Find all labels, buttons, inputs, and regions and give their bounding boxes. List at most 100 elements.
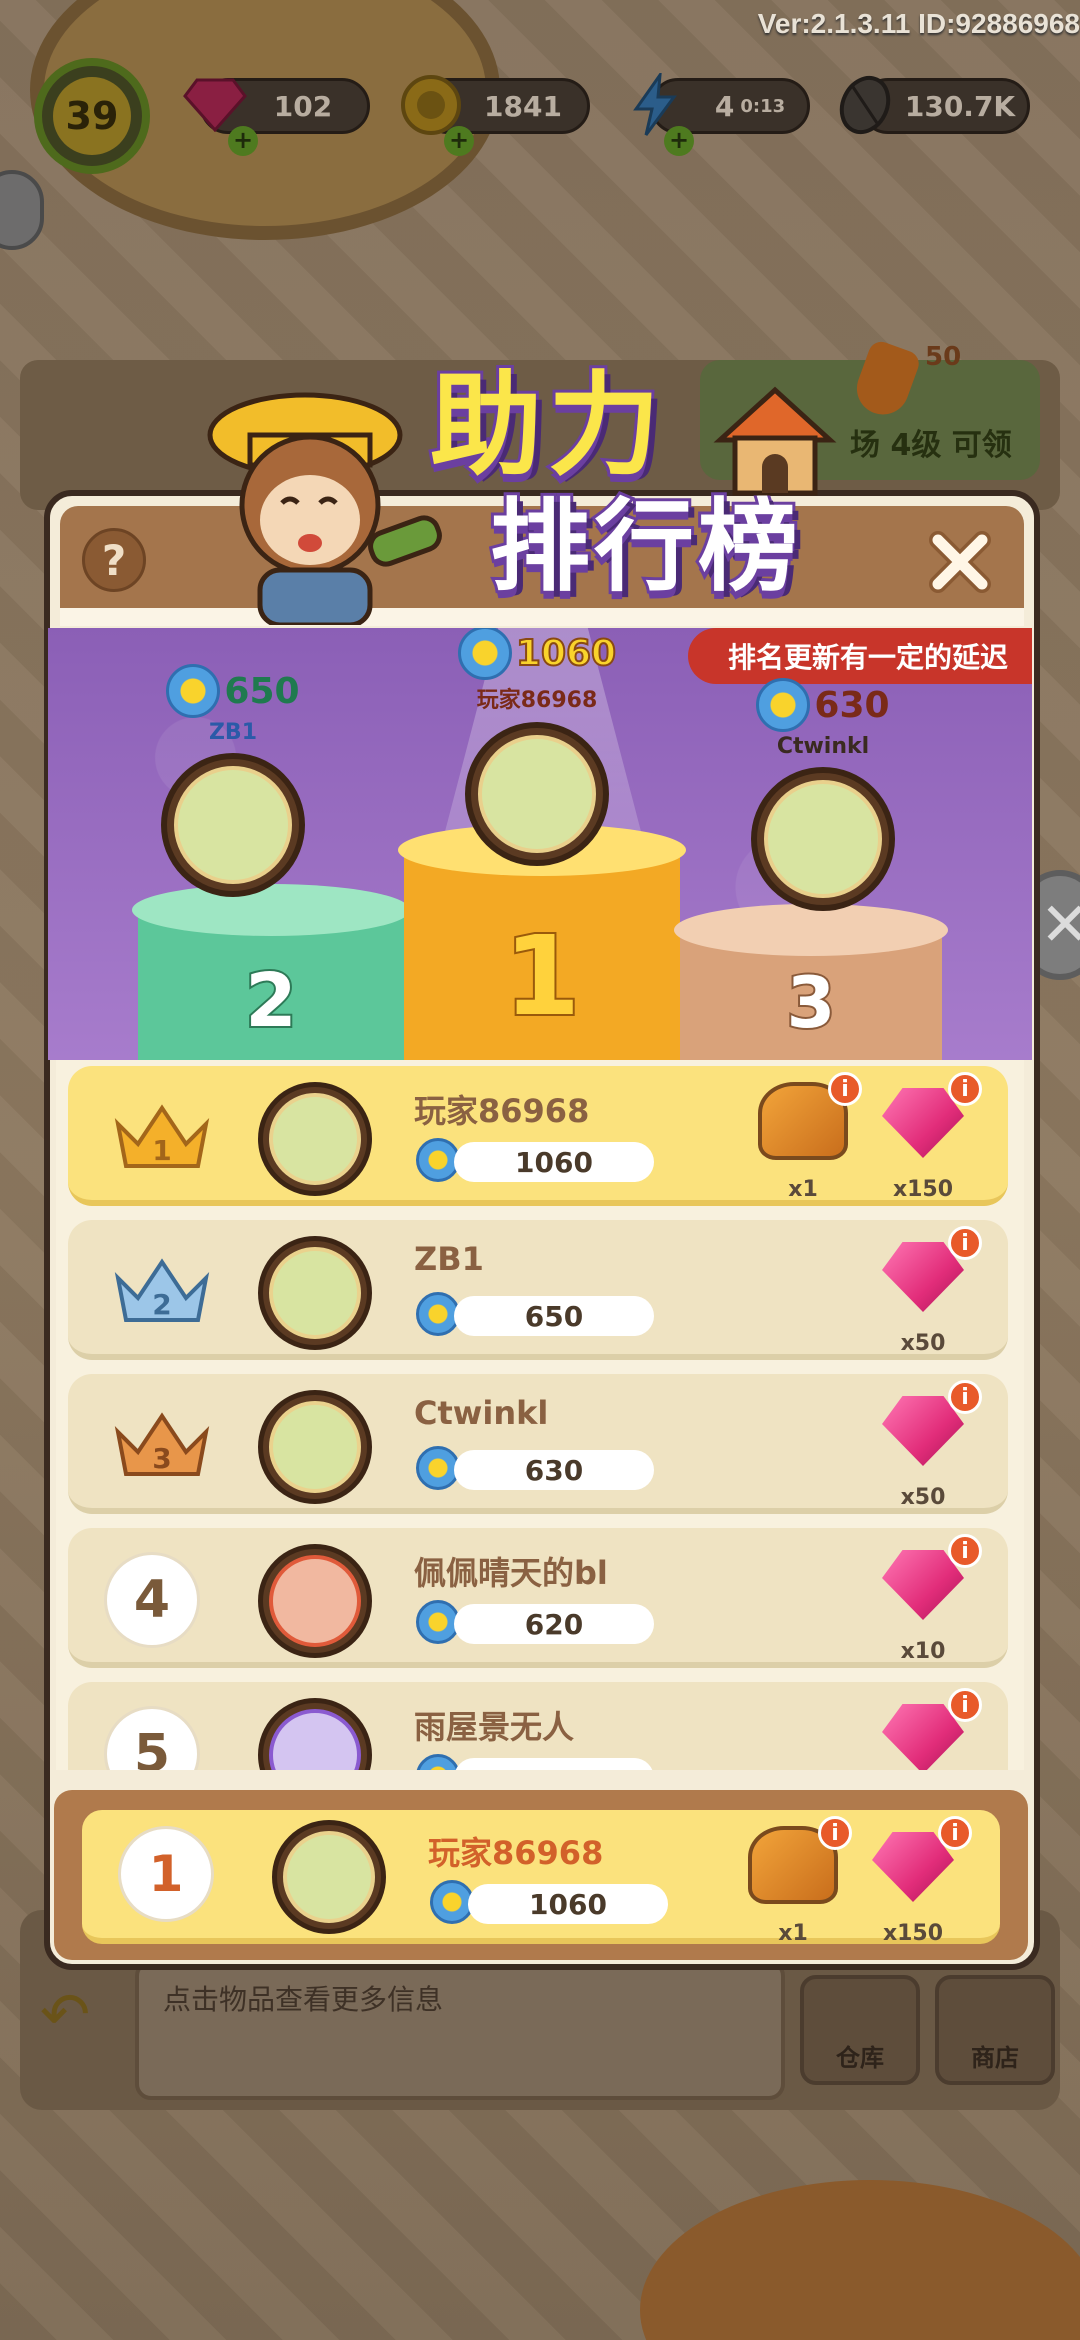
- shop-button: 商店: [935, 1975, 1055, 2085]
- hippo-avatar-icon: [764, 780, 882, 898]
- podium-avatar-3: [751, 767, 895, 911]
- player-score: 620: [454, 1604, 654, 1644]
- close-icon: [929, 531, 991, 593]
- player-name: 玩家86968: [414, 1092, 590, 1130]
- info-icon[interactable]: i: [948, 1226, 982, 1260]
- bronze-crown-icon: 3: [114, 1412, 210, 1476]
- podium-player-2[interactable]: 650 ZB1: [138, 664, 328, 897]
- reward-item[interactable]: i x10: [868, 1534, 982, 1664]
- podium-top-3: [674, 904, 948, 956]
- back-arrow-icon: ↶: [40, 1980, 91, 2050]
- ranking-row[interactable]: 1 玩家86968 1060 i x1 i x150: [68, 1066, 1008, 1206]
- podium-second: 2: [132, 884, 410, 1060]
- reward-qty: x150: [892, 1177, 954, 1202]
- podium-area: 排名更新有一定的延迟 2 1 3 650 ZB1 1060 玩家86968 63…: [48, 628, 1032, 1060]
- crown-rank-2: 2: [152, 1288, 171, 1321]
- avatar: [258, 1236, 372, 1350]
- gem-value: 102: [273, 89, 333, 123]
- cat-avatar-icon: [478, 735, 596, 853]
- podium-player-3[interactable]: 630 Ctwinkl: [728, 678, 918, 911]
- flower-icon: [416, 1754, 460, 1770]
- warehouse-button: 仓库: [800, 1975, 920, 2085]
- reward-qty: x50: [900, 1331, 946, 1356]
- avatar: [258, 1082, 372, 1196]
- crown-rank-1: 1: [152, 1134, 171, 1167]
- reward-item[interactable]: i x150: [858, 1816, 972, 1946]
- info-icon[interactable]: i: [818, 1816, 852, 1850]
- ranking-row[interactable]: 4 佩佩晴天的bl 620 i x10: [68, 1528, 1008, 1668]
- help-button[interactable]: ?: [82, 528, 146, 592]
- podium-name-1: 玩家86968: [476, 688, 598, 713]
- monkey-avatar-icon: [174, 766, 292, 884]
- panel-title-art: 助力 排行榜: [180, 335, 840, 635]
- player-score: 1060: [454, 1142, 654, 1182]
- flower-icon: [756, 678, 811, 732]
- my-rank-row[interactable]: 1 玩家86968 1060 i x1 i x150: [82, 1810, 1000, 1946]
- coin-value: 1841: [484, 89, 562, 123]
- ranking-row[interactable]: 5 雨屋景无人 i: [68, 1682, 1008, 1770]
- ranking-row[interactable]: 3 Ctwinkl 630 i x50: [68, 1374, 1008, 1514]
- flower-icon: [166, 664, 221, 718]
- reward-item[interactable]: i x1: [738, 1816, 852, 1946]
- seed-value: 130.7K: [904, 89, 1016, 123]
- hippo-avatar-icon: [269, 1401, 361, 1493]
- ranking-list[interactable]: 1 玩家86968 1060 i x1 i x150 2 ZB1 650 i x…: [56, 1060, 1024, 1770]
- silver-crown-icon: 2: [114, 1258, 210, 1322]
- my-player-name: 玩家86968: [428, 1834, 604, 1872]
- hint-box: 点击物品查看更多信息: [135, 1960, 785, 2100]
- energy-value: 4: [714, 89, 735, 123]
- reward-qty: x1: [778, 1921, 808, 1946]
- update-delay-text: 排名更新有一定的延迟: [727, 641, 1008, 674]
- podium-score-2: 650: [224, 670, 300, 712]
- podium-number-1: 1: [502, 910, 583, 1042]
- podium-score-1: 1060: [515, 632, 617, 675]
- flower-icon: [457, 628, 512, 680]
- gem-plus-button: +: [228, 126, 258, 156]
- gold-crown-icon: 1: [114, 1104, 210, 1168]
- top-hud: 39 102 + 1841 + 4 0:13 + 130.7K: [0, 52, 1080, 174]
- reward-item[interactable]: i x50: [868, 1380, 982, 1510]
- energy-plus-button: +: [664, 126, 694, 156]
- hint-text: 点击物品查看更多信息: [163, 1983, 444, 2016]
- rank-number: 5: [104, 1706, 200, 1770]
- avatar: [258, 1544, 372, 1658]
- player-name: ZB1: [414, 1240, 484, 1278]
- reward-qty: x150: [882, 1921, 944, 1946]
- avatar: [258, 1698, 372, 1770]
- reward-item[interactable]: i x50: [868, 1226, 982, 1356]
- player-name: 雨屋景无人: [414, 1708, 575, 1746]
- level-value: 39: [53, 77, 131, 155]
- info-icon[interactable]: i: [948, 1072, 982, 1106]
- podium-avatar-1: [465, 722, 609, 866]
- info-icon[interactable]: i: [828, 1072, 862, 1106]
- podium-name-3: Ctwinkl: [776, 734, 870, 759]
- update-delay-note: 排名更新有一定的延迟: [687, 628, 1032, 684]
- cat-avatar-icon: [283, 1831, 375, 1923]
- podium-first: 1: [398, 824, 686, 1060]
- reward-item[interactable]: i x1: [748, 1072, 862, 1202]
- reward-strip-label: 场 4级 可领: [850, 428, 1012, 463]
- info-icon[interactable]: i: [938, 1816, 972, 1850]
- reward-item[interactable]: i x150: [868, 1072, 982, 1202]
- crown-rank-3: 3: [152, 1442, 171, 1475]
- podium-score-3: 630: [814, 684, 890, 726]
- seed-icon: [830, 70, 900, 140]
- monkey-avatar-icon: [269, 1247, 361, 1339]
- player-score: [454, 1758, 654, 1770]
- info-icon[interactable]: i: [948, 1534, 982, 1568]
- warehouse-label: 仓库: [836, 2044, 884, 2072]
- podium-score-3-wrap: 630: [728, 678, 918, 732]
- podium-avatar-2: [161, 753, 305, 897]
- ranking-row[interactable]: 2 ZB1 650 i x50: [68, 1220, 1008, 1360]
- coin-plus-button: +: [444, 126, 474, 156]
- podium-score-2-wrap: 650: [138, 664, 328, 718]
- close-button[interactable]: [924, 526, 996, 598]
- reward-item[interactable]: i: [868, 1688, 982, 1770]
- reward-qty: x10: [900, 1639, 946, 1664]
- info-icon[interactable]: i: [948, 1380, 982, 1414]
- level-badge: 39: [34, 58, 150, 174]
- info-icon[interactable]: i: [948, 1688, 982, 1722]
- cat-avatar-icon: [269, 1093, 361, 1185]
- podium-name-2: ZB1: [208, 720, 258, 745]
- podium-player-1[interactable]: 1060 玩家86968: [442, 628, 632, 866]
